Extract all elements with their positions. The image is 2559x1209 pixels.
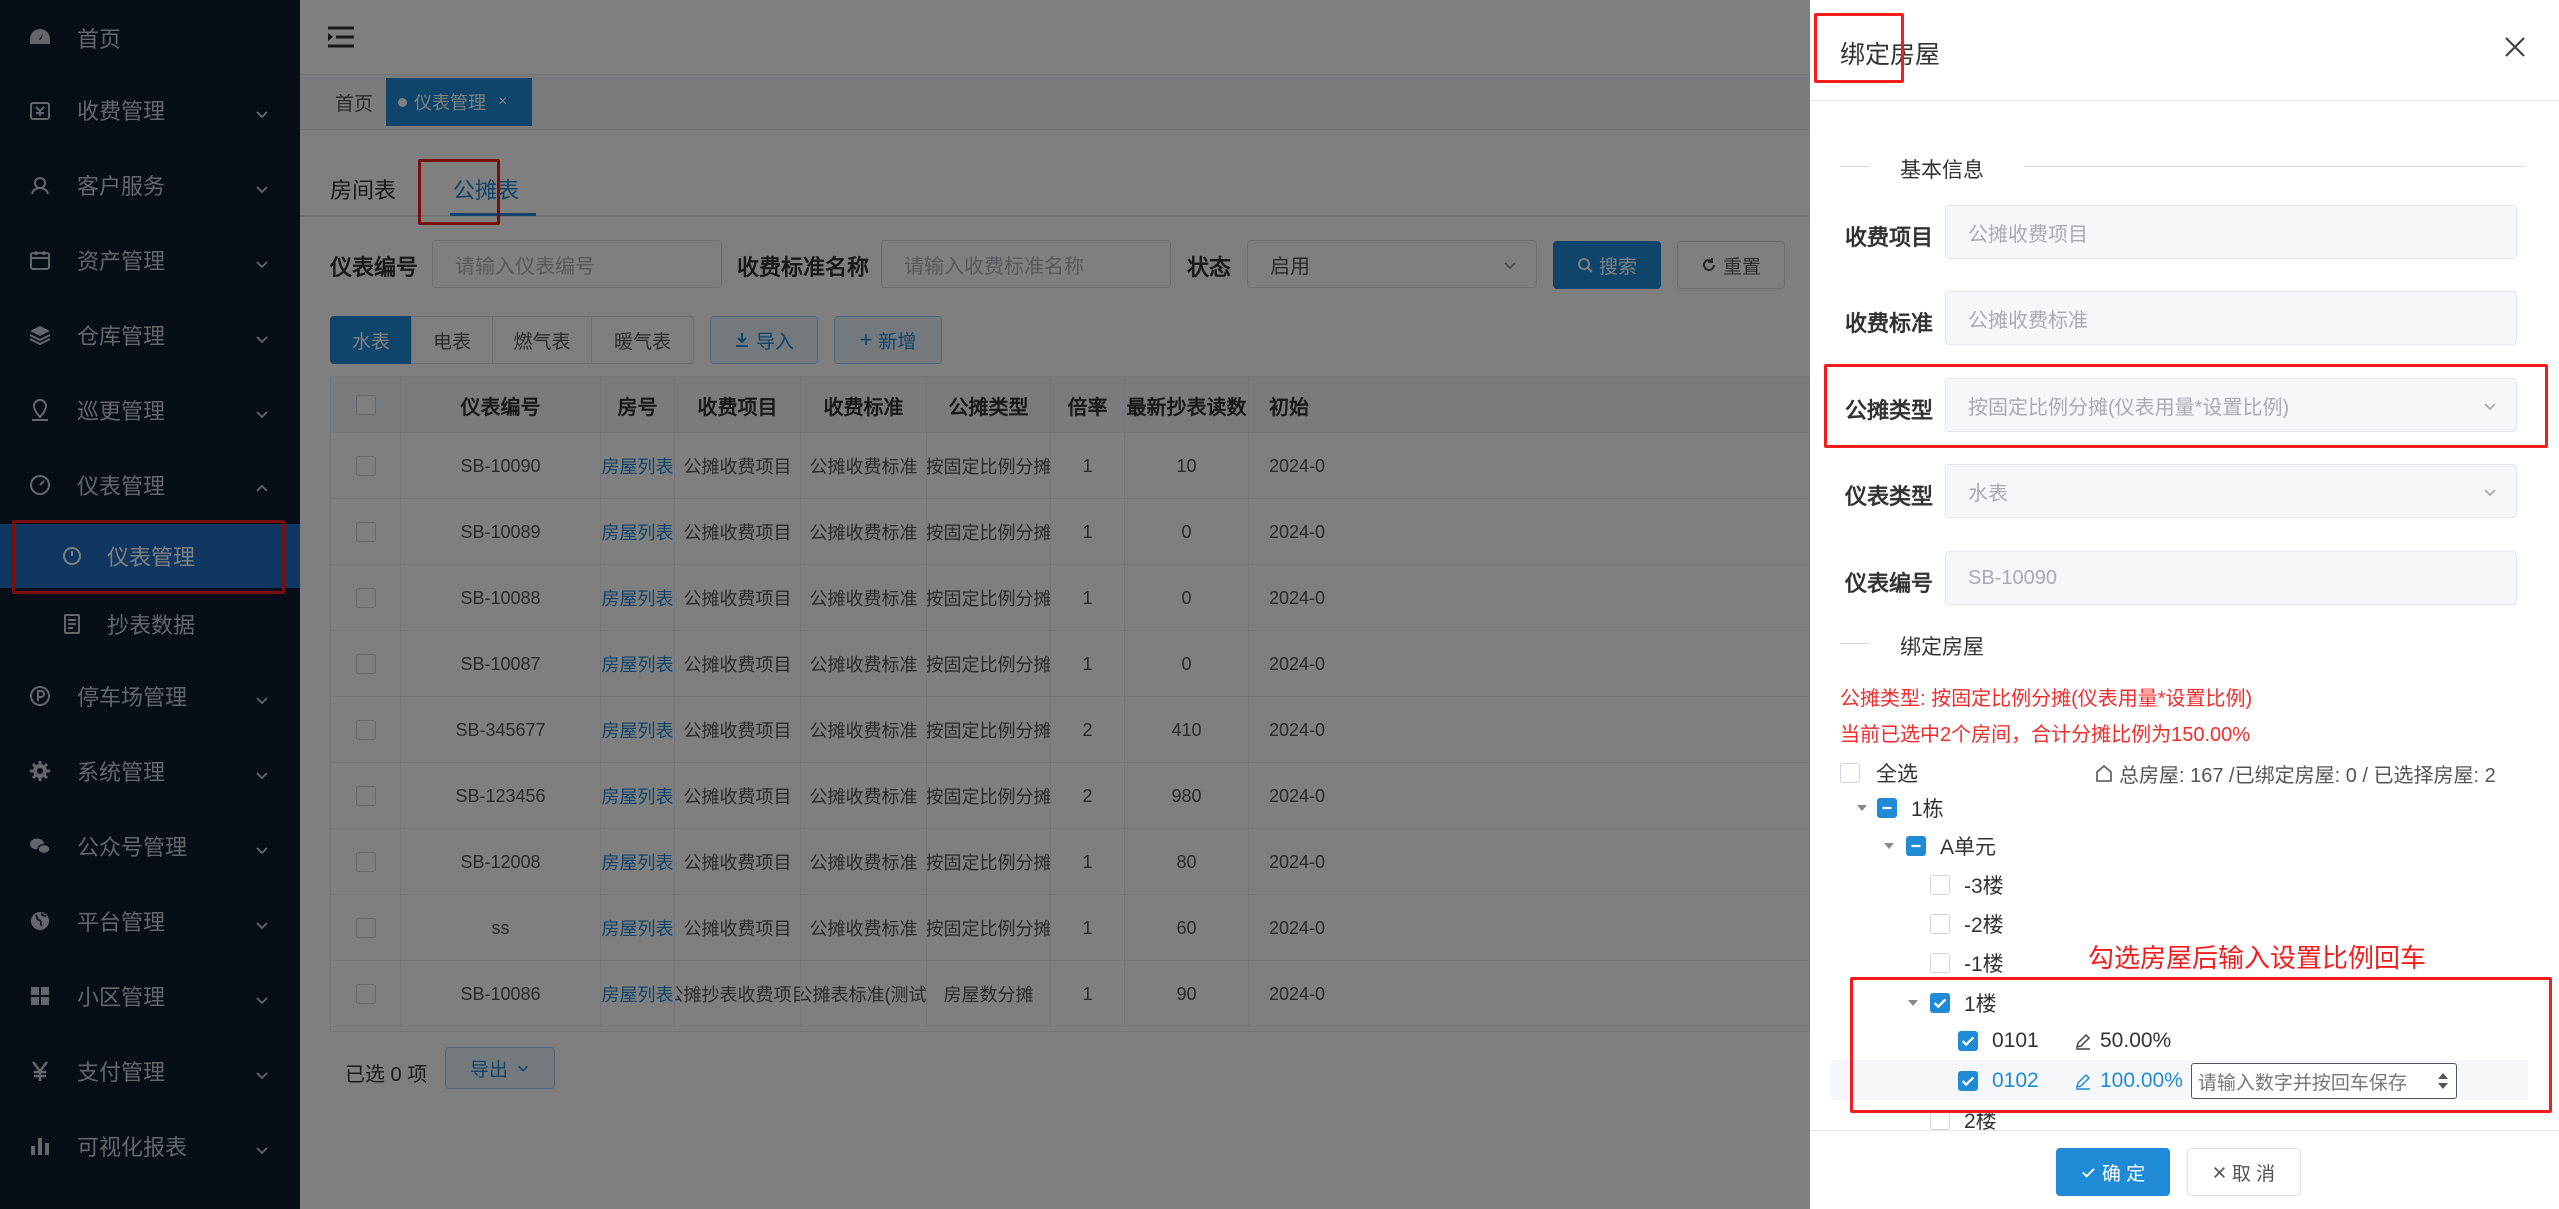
cancel-button[interactable]: 取 消 xyxy=(2187,1148,2301,1196)
floor-checkbox[interactable] xyxy=(1930,1110,1950,1130)
floor-label: -2楼 xyxy=(1964,914,2004,937)
tree-node-building[interactable]: 1栋 xyxy=(1855,793,1944,823)
building-label: 1栋 xyxy=(1911,798,1944,821)
tree-node-floor[interactable]: -2楼 xyxy=(1930,909,2004,939)
tree-node-floor[interactable]: -1楼 xyxy=(1930,948,2004,978)
charge-standard-label: 收费标准 xyxy=(1845,311,1934,336)
charge-standard-field: 公摊收费标准 xyxy=(1945,291,2517,345)
meter-type-label: 仪表类型 xyxy=(1845,484,1934,509)
confirm-label: 确 定 xyxy=(2101,1163,2146,1185)
home-icon xyxy=(2096,764,2112,782)
house-summary-text: 总房屋: 167 /已绑定房屋: 0 / 已选择房屋: 2 xyxy=(2119,764,2496,787)
section-basic-info: 基本信息 xyxy=(1900,159,1984,182)
meter-no-label: 仪表编号 xyxy=(1845,571,1934,596)
meter-type-select: 水表 xyxy=(1945,464,2517,518)
building-checkbox[interactable] xyxy=(1877,798,1897,818)
highlight-box xyxy=(1824,364,2548,448)
modal-overlay[interactable] xyxy=(0,0,1810,1209)
select-all-label: 全选 xyxy=(1876,763,1918,786)
section-bind-house: 绑定房屋 xyxy=(1900,636,1984,659)
share-type-note: 公摊类型: 按固定比例分摊(仪表用量*设置比例) xyxy=(1840,688,2253,710)
highlight-box xyxy=(1814,13,1904,83)
select-all-row[interactable]: 全选 xyxy=(1840,758,1918,788)
caret-down-icon[interactable] xyxy=(1882,839,1896,853)
annotation-text: 勾选房屋后输入设置比例回车 xyxy=(2088,943,2427,973)
unit-checkbox[interactable] xyxy=(1906,836,1926,856)
tree-node-floor[interactable]: -3楼 xyxy=(1930,870,2004,900)
floor-label: -3楼 xyxy=(1964,875,2004,898)
check-icon xyxy=(2082,1167,2095,1178)
floor-checkbox[interactable] xyxy=(1930,953,1950,973)
floor-checkbox[interactable] xyxy=(1930,914,1950,934)
section-divider-right xyxy=(2025,166,2525,167)
meter-no-field: SB-10090 xyxy=(1945,551,2517,605)
confirm-button[interactable]: 确 定 xyxy=(2056,1148,2170,1196)
select-all-checkbox[interactable] xyxy=(1840,763,1860,783)
selected-ratio-note: 当前已选中2个房间，合计分摊比例为150.00% xyxy=(1840,724,2251,746)
close-icon[interactable] xyxy=(2504,36,2526,58)
section-divider-left xyxy=(1840,643,1870,644)
tree-node-unit[interactable]: A单元 xyxy=(1882,831,1996,861)
floor-label: -1楼 xyxy=(1964,953,2004,976)
drawer-header-divider xyxy=(1810,100,2559,101)
meter-type-value: 水表 xyxy=(1968,482,2008,505)
close-icon xyxy=(2213,1166,2225,1178)
caret-down-icon[interactable] xyxy=(1855,801,1869,815)
charge-item-field: 公摊收费项目 xyxy=(1945,205,2517,259)
chevron-down-icon xyxy=(2484,489,2496,497)
drawer-footer: 确 定 取 消 xyxy=(1810,1130,2559,1209)
house-summary: 总房屋: 167 /已绑定房屋: 0 / 已选择房屋: 2 xyxy=(2095,758,2496,788)
charge-item-label: 收费项目 xyxy=(1845,225,1934,250)
bind-house-drawer: 绑定房屋 基本信息 收费项目 公摊收费项目 收费标准 公摊收费标准 公摊类型 按… xyxy=(1810,0,2559,1209)
section-divider-left xyxy=(1840,166,1870,167)
unit-label: A单元 xyxy=(1940,836,1997,859)
highlight-box xyxy=(1850,977,2552,1113)
cancel-label: 取 消 xyxy=(2231,1163,2276,1185)
floor-checkbox[interactable] xyxy=(1930,875,1950,895)
